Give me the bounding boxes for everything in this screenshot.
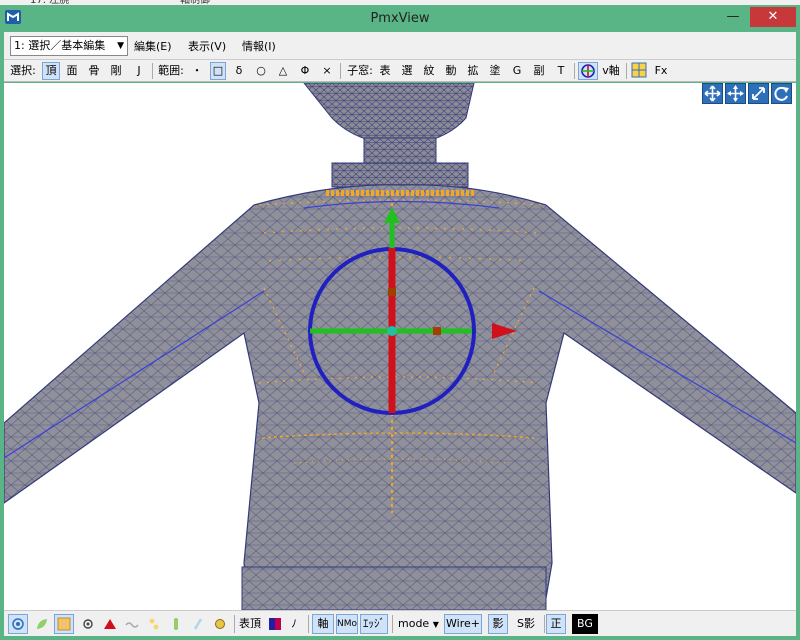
- select-vertex-toggle[interactable]: 頂: [42, 62, 60, 80]
- rotate-icon[interactable]: [771, 83, 792, 104]
- joint-icon: [215, 619, 225, 629]
- child-window-table-button[interactable]: 表: [378, 62, 392, 80]
- capsule-icon: [174, 618, 178, 630]
- title-bar[interactable]: PmxView — ✕: [0, 5, 800, 31]
- grid-toggle[interactable]: [630, 62, 648, 80]
- nmo-toggle[interactable]: NMo: [336, 614, 358, 634]
- select-joint-toggle[interactable]: J: [132, 62, 146, 80]
- fx-button[interactable]: Fx: [652, 62, 670, 80]
- select-bone-toggle[interactable]: 骨: [86, 62, 102, 80]
- child-window-label: 子窓:: [347, 64, 373, 77]
- dot-icon: [83, 619, 93, 629]
- range-circle-button[interactable]: ○: [254, 62, 268, 80]
- range-triangle-button[interactable]: △: [276, 62, 290, 80]
- menu-view[interactable]: 表示(V): [188, 38, 226, 54]
- edge-toggle[interactable]: ｴｯｼﾞ: [360, 614, 388, 634]
- menu-info[interactable]: 情報(I): [242, 38, 276, 54]
- range-delta-button[interactable]: δ: [232, 62, 246, 80]
- point-display-toggle[interactable]: [78, 614, 98, 634]
- axis-toggle[interactable]: 軸: [312, 614, 334, 634]
- menu-toolbar: 1: 選択／基本編集 ▼ 編集(E) 表示(V) 情報(I): [4, 32, 796, 60]
- target-icon: [12, 618, 24, 630]
- gizmo-icon: [581, 64, 595, 78]
- leaf-display-toggle[interactable]: [32, 614, 52, 634]
- triangle-display-toggle[interactable]: [100, 614, 120, 634]
- scale-icon[interactable]: [748, 83, 769, 104]
- child-window-group-button[interactable]: G: [510, 62, 524, 80]
- no-label[interactable]: ﾉ: [286, 614, 302, 634]
- hem: [241, 566, 547, 610]
- front-view-button[interactable]: 正: [546, 614, 566, 634]
- face-display-toggle[interactable]: [54, 614, 74, 634]
- vertex-display-toggle[interactable]: [8, 614, 28, 634]
- mode-select-value: 1: 選択／基本編集: [14, 39, 106, 52]
- move-xz-icon[interactable]: [725, 83, 746, 104]
- select-face-toggle[interactable]: 面: [64, 62, 80, 80]
- child-window-t-button[interactable]: T: [554, 62, 568, 80]
- slash-icon: [193, 618, 203, 630]
- window-title: PmxView: [370, 11, 430, 26]
- color-swatch-icon: [269, 618, 281, 630]
- child-window-move-button[interactable]: 動: [444, 62, 458, 80]
- toolbar-divider: [574, 63, 575, 79]
- toolbar-divider: [340, 63, 341, 79]
- status-toolbar: 表頂 ﾉ 軸 NMo ｴｯｼﾞ mode ▼ Wire+ 影 S影 正 BG: [4, 610, 796, 636]
- range-phi-button[interactable]: Φ: [298, 62, 312, 80]
- bone-icon: [149, 618, 159, 630]
- range-point-button[interactable]: ・: [190, 62, 204, 80]
- child-window-pattern-button[interactable]: 紋: [422, 62, 436, 80]
- mode-dropdown[interactable]: mode ▼: [396, 614, 442, 634]
- toolbar-divider: [626, 63, 627, 79]
- axis-gizmo-toggle[interactable]: [578, 62, 598, 80]
- child-window-sub-button[interactable]: 副: [532, 62, 546, 80]
- move-xy-icon[interactable]: [702, 83, 723, 104]
- wave-display-toggle[interactable]: [122, 614, 142, 634]
- toolbar-divider: [152, 63, 153, 79]
- mode-select[interactable]: 1: 選択／基本編集 ▼: [10, 36, 128, 56]
- rigid-display-toggle[interactable]: [188, 614, 208, 634]
- select-rigid-toggle[interactable]: 剛: [108, 62, 124, 80]
- self-shadow-toggle[interactable]: S影: [512, 614, 540, 634]
- leaf-icon: [37, 619, 47, 629]
- pmxview-window: 17: 左腕軸制御 PmxView — ✕ 1: 選択／基本編集 ▼ 編集(E)…: [0, 0, 800, 640]
- menu-edit[interactable]: 編集(E): [134, 38, 172, 54]
- material-color-button[interactable]: [266, 614, 284, 634]
- model-mesh: [4, 83, 796, 610]
- 3d-viewport[interactable]: [4, 83, 796, 610]
- chevron-down-icon: ▼: [432, 620, 439, 629]
- range-clear-button[interactable]: ×: [320, 62, 334, 80]
- morph-display-toggle[interactable]: [166, 614, 186, 634]
- wire-plus-toggle[interactable]: Wire+: [444, 614, 482, 634]
- mode-label: mode: [398, 617, 430, 630]
- face-icon: [57, 617, 71, 631]
- vertex-label[interactable]: 表頂: [236, 614, 264, 634]
- v-axis-label[interactable]: v軸: [600, 62, 622, 80]
- child-window-select-button[interactable]: 選: [400, 62, 414, 80]
- shadow-toggle[interactable]: 影: [488, 614, 508, 634]
- navigation-buttons: [702, 83, 794, 105]
- triangle-icon: [104, 619, 116, 629]
- joint-display-toggle[interactable]: [210, 614, 230, 634]
- grid-icon: [631, 62, 647, 78]
- head: [303, 83, 475, 146]
- toolbar-divider: [544, 615, 545, 633]
- toolbar-divider: [234, 615, 235, 633]
- bg-button[interactable]: BG: [572, 614, 598, 634]
- range-rect-button[interactable]: □: [210, 62, 226, 80]
- bone-display-toggle[interactable]: [144, 614, 164, 634]
- chevron-down-icon: ▼: [117, 41, 124, 51]
- wave-icon: [125, 622, 139, 628]
- child-window-scale-button[interactable]: 拡: [466, 62, 480, 80]
- range-label: 範囲:: [158, 64, 184, 77]
- child-window-paint-button[interactable]: 塗: [488, 62, 502, 80]
- toolbar-divider: [392, 615, 393, 633]
- select-label: 選択:: [10, 64, 36, 77]
- minimize-button[interactable]: —: [720, 7, 746, 27]
- collar: [331, 162, 469, 188]
- close-button[interactable]: ✕: [750, 7, 796, 27]
- toolbar-divider: [308, 615, 309, 633]
- select-toolbar: 選択: 頂 面 骨 剛 J 範囲: ・ □ δ ○ △ Φ × 子窓: 表 選 …: [4, 60, 796, 82]
